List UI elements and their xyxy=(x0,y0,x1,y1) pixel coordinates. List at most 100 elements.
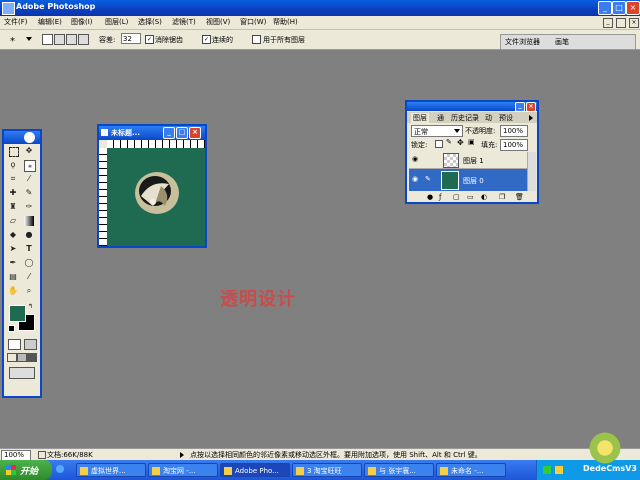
menu-view[interactable]: 视图(V) xyxy=(206,17,230,27)
imageready-jump-icon[interactable] xyxy=(9,367,35,379)
doc-restore-button[interactable] xyxy=(616,18,626,28)
tab-channels[interactable]: 通 xyxy=(437,113,444,123)
eye-icon[interactable]: ◉ xyxy=(412,175,420,183)
eye-icon[interactable]: ◉ xyxy=(412,155,420,163)
history-brush-icon[interactable]: ✑ xyxy=(24,202,34,212)
document-canvas[interactable] xyxy=(107,148,205,246)
new-layer-icon[interactable]: ❐ xyxy=(499,193,505,201)
photoshop-app-icon[interactable] xyxy=(2,2,15,15)
tray-icon[interactable] xyxy=(555,466,563,474)
hand-tool-icon[interactable]: ✋ xyxy=(8,286,18,296)
path-selection-icon[interactable]: ➤ xyxy=(8,244,18,254)
link-layers-icon[interactable]: ● xyxy=(427,193,433,201)
tolerance-input[interactable] xyxy=(121,33,141,44)
lasso-tool-icon[interactable]: ϙ xyxy=(8,160,18,170)
adjustment-layer-icon[interactable]: ◐ xyxy=(481,193,487,201)
zoom-tool-icon[interactable]: ⌕ xyxy=(24,286,34,296)
tab-layers[interactable]: 图层 xyxy=(411,113,429,123)
opacity-input[interactable]: 100% xyxy=(500,125,528,137)
eraser-tool-icon[interactable]: ▱ xyxy=(8,216,18,226)
tray-icon[interactable] xyxy=(543,466,551,474)
document-minimize-button[interactable]: _ xyxy=(163,127,175,139)
quick-mask-icon[interactable] xyxy=(24,339,37,350)
doc-minimize-button[interactable]: _ xyxy=(603,18,613,28)
default-colors-icon[interactable] xyxy=(8,325,15,332)
document-title-bar[interactable]: 未标题... _ □ × xyxy=(99,126,205,140)
new-set-icon[interactable]: ▭ xyxy=(467,193,474,201)
layers-panel-minimize-button[interactable]: _ xyxy=(515,102,525,112)
menu-help[interactable]: 帮助(H) xyxy=(273,17,298,27)
panel-menu-arrow-icon[interactable] xyxy=(529,115,533,121)
toolbox-header[interactable] xyxy=(4,131,40,144)
layers-scrollbar[interactable] xyxy=(527,152,536,191)
new-selection-icon[interactable] xyxy=(42,34,53,45)
taskbar-item[interactable]: 未命名 -... xyxy=(436,463,506,477)
tab-presets[interactable]: 预设 xyxy=(499,113,513,123)
taskbar-item[interactable]: 与 张宇寰... xyxy=(364,463,434,477)
tab-history[interactable]: 历史记录 xyxy=(451,113,479,123)
document-close-button[interactable]: × xyxy=(189,127,201,139)
tool-preset-dropdown[interactable] xyxy=(26,37,32,41)
swap-colors-icon[interactable]: ↰ xyxy=(28,303,33,310)
clone-stamp-icon[interactable]: ♜ xyxy=(8,202,18,212)
menu-window[interactable]: 窗口(W) xyxy=(240,17,266,27)
menu-image[interactable]: 图像(I) xyxy=(71,17,93,27)
taskbar-item[interactable]: 淘宝网 -... xyxy=(148,463,218,477)
fill-input[interactable]: 100% xyxy=(500,139,528,151)
start-button[interactable]: 开始 xyxy=(0,460,52,480)
layer-row-selected[interactable]: ◉ ✎ 图层 0 xyxy=(409,169,527,191)
document-maximize-button[interactable]: □ xyxy=(176,127,188,139)
lock-position-icon[interactable]: ✥ xyxy=(457,138,464,147)
menu-layer[interactable]: 图层(L) xyxy=(105,17,128,27)
intersect-selection-icon[interactable] xyxy=(78,34,89,45)
doc-close-button[interactable]: × xyxy=(629,18,639,28)
screen-mode-standard-icon[interactable] xyxy=(7,353,17,362)
crop-tool-icon[interactable]: ⌗ xyxy=(8,174,18,184)
notes-tool-icon[interactable]: ▤ xyxy=(8,272,18,282)
standard-mode-icon[interactable] xyxy=(8,339,21,350)
layers-panel-close-button[interactable]: × xyxy=(526,102,536,112)
ie-icon[interactable] xyxy=(56,465,64,473)
close-button[interactable]: × xyxy=(626,1,640,15)
minimize-button[interactable]: _ xyxy=(598,1,612,15)
magic-wand-tool-icon[interactable]: ⁎ xyxy=(24,160,36,172)
document-window[interactable]: 未标题... _ □ × xyxy=(97,124,207,248)
tab-actions[interactable]: 动 xyxy=(485,113,492,123)
taskbar-item[interactable]: 3 淘宝旺旺 xyxy=(292,463,362,477)
antialias-checkbox[interactable]: ✓ xyxy=(145,35,154,44)
contiguous-checkbox[interactable]: ✓ xyxy=(202,35,211,44)
trash-icon[interactable]: 🗑 xyxy=(515,193,524,201)
dodge-tool-icon[interactable]: ● xyxy=(24,230,34,240)
add-selection-icon[interactable] xyxy=(54,34,65,45)
subtract-selection-icon[interactable] xyxy=(66,34,77,45)
lock-image-icon[interactable]: ✎ xyxy=(446,138,452,146)
eyedropper-tool-icon[interactable]: ⁄ xyxy=(24,272,34,282)
tab-file-browser[interactable]: 文件浏览器 xyxy=(505,37,540,47)
menu-filter[interactable]: 滤镜(T) xyxy=(172,17,196,27)
screen-mode-full-icon[interactable] xyxy=(27,353,37,362)
maximize-button[interactable]: □ xyxy=(612,1,626,15)
menu-select[interactable]: 选择(S) xyxy=(138,17,162,27)
marquee-tool-icon[interactable] xyxy=(9,147,19,157)
type-tool-icon[interactable]: T xyxy=(24,244,34,254)
blur-tool-icon[interactable]: ◆ xyxy=(8,230,18,240)
adobe-eye-icon[interactable] xyxy=(24,132,35,143)
foreground-color-swatch[interactable] xyxy=(9,305,26,322)
layers-panel-title-bar[interactable]: _ × xyxy=(407,102,537,112)
blend-mode-select[interactable]: 正常 xyxy=(411,125,463,137)
move-tool-icon[interactable]: ✥ xyxy=(24,146,34,156)
add-style-icon[interactable]: ƒ xyxy=(439,193,441,201)
all-layers-checkbox[interactable] xyxy=(252,35,261,44)
layer-row[interactable]: ◉ 图层 1 xyxy=(409,152,527,169)
pen-tool-icon[interactable]: ✒ xyxy=(8,258,18,268)
menu-file[interactable]: 文件(F) xyxy=(4,17,28,27)
magic-wand-icon[interactable]: ⁎ xyxy=(10,33,24,45)
screen-mode-full-menu-icon[interactable] xyxy=(17,353,27,362)
taskbar-item[interactable]: 虚拟世界... xyxy=(76,463,146,477)
tab-brushes[interactable]: 画笔 xyxy=(555,37,569,47)
brush-tool-icon[interactable]: ✎ xyxy=(24,188,34,198)
status-menu-arrow-icon[interactable] xyxy=(180,452,184,458)
taskbar-item-active[interactable]: Adobe Pho... xyxy=(220,463,290,477)
lock-transparent-checkbox[interactable] xyxy=(435,140,443,148)
shape-tool-icon[interactable]: ◯ xyxy=(24,258,34,268)
